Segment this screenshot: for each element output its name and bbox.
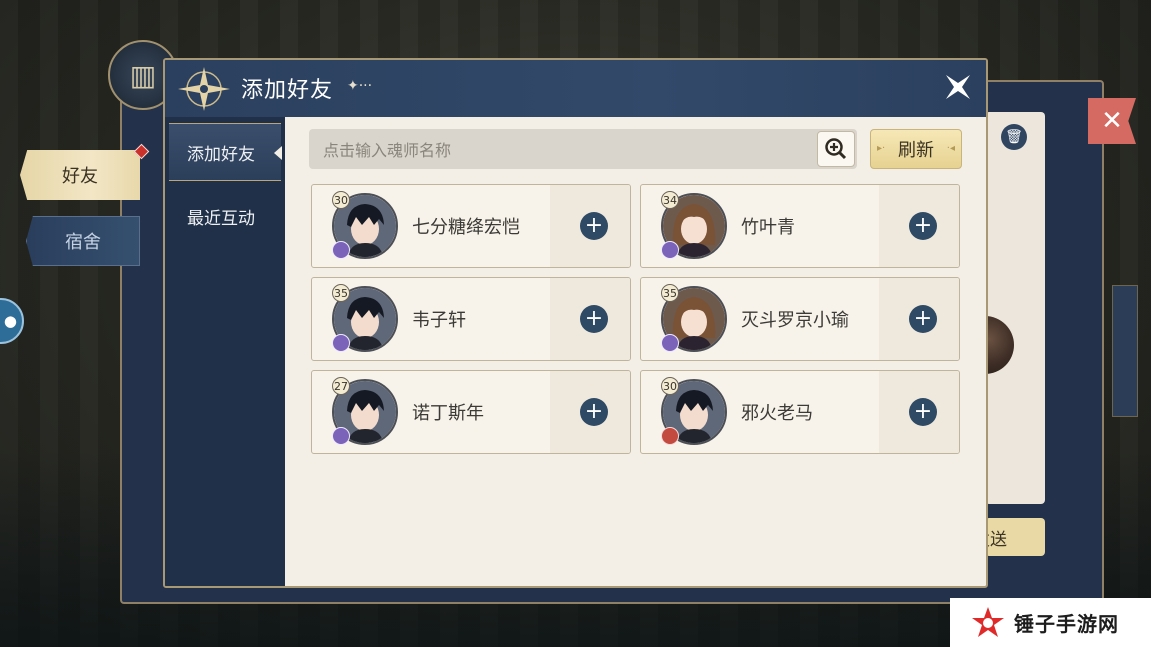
add-friend-button[interactable]: + xyxy=(909,305,937,333)
background-strip xyxy=(1112,285,1138,417)
player-card: 30 七分糖绛宏恺 + xyxy=(311,184,631,268)
player-name: 七分糖绛宏恺 xyxy=(412,217,520,238)
sidebar-item-add-friend[interactable]: 添加好友 xyxy=(169,123,282,181)
player-name: 邪火老马 xyxy=(741,403,813,424)
title-sparkle-icon: ✦··· xyxy=(347,78,373,94)
player-card: 27 诺丁斯年 + xyxy=(311,370,631,454)
send-button[interactable]: 发送 xyxy=(973,518,1045,556)
search-placeholder: 点击输入魂师名称 xyxy=(323,141,452,160)
spirit-element-icon xyxy=(332,334,350,352)
tab-friends[interactable]: 好友 xyxy=(20,150,140,200)
add-friend-button[interactable]: + xyxy=(909,212,937,240)
refresh-label: 刷新 xyxy=(898,140,934,161)
add-friend-button[interactable]: + xyxy=(580,398,608,426)
fire-element-icon xyxy=(661,427,679,445)
add-friend-dialog: 添加好友 ✦··· 添加好友 最近互动 点击输入魂师名称 ▸· 刷新 ·◂ 30… xyxy=(163,58,988,588)
sidebar-item-label: 最近互动 xyxy=(187,208,255,229)
player-card: 34 竹叶青 + xyxy=(640,184,960,268)
level-badge: 30 xyxy=(661,377,679,395)
spirit-element-icon xyxy=(332,427,350,445)
hammer-logo-icon xyxy=(972,606,1004,637)
deco-dots-icon: ▸· xyxy=(877,143,886,154)
spirit-element-icon xyxy=(661,334,679,352)
dialog-sidebar: 添加好友 最近互动 xyxy=(165,117,285,586)
close-icon[interactable] xyxy=(941,70,975,104)
watermark: 锤子手游网 xyxy=(950,598,1151,647)
player-name: 诺丁斯年 xyxy=(412,403,484,424)
tab-dorm[interactable]: 宿舍 xyxy=(26,216,140,266)
player-card: 35 韦子轩 + xyxy=(311,277,631,361)
add-friend-button[interactable]: + xyxy=(580,305,608,333)
player-card: 30 邪火老马 + xyxy=(640,370,960,454)
zoom-in-icon xyxy=(825,138,847,160)
tab-friends-label: 好友 xyxy=(62,166,98,187)
add-friend-button[interactable]: + xyxy=(580,212,608,240)
player-card: 35 灭斗罗京小瑜 + xyxy=(640,277,960,361)
player-name: 灭斗罗京小瑜 xyxy=(741,310,849,331)
sidebar-item-recent[interactable]: 最近互动 xyxy=(169,195,281,237)
dialog-title: 添加好友 xyxy=(241,78,334,103)
background-chat-panel xyxy=(985,112,1045,504)
dialog-content: 点击输入魂师名称 ▸· 刷新 ·◂ 30 七分糖绛宏恺 + 34 竹叶青 + 3… xyxy=(285,117,986,586)
search-input[interactable]: 点击输入魂师名称 xyxy=(309,129,857,169)
compass-star-icon xyxy=(175,65,233,113)
spirit-element-icon xyxy=(332,241,350,259)
dialog-header: 添加好友 ✦··· xyxy=(165,60,986,117)
deco-dots-icon: ·◂ xyxy=(946,143,955,154)
spirit-element-icon xyxy=(661,241,679,259)
level-badge: 34 xyxy=(661,191,679,209)
player-name: 韦子轩 xyxy=(412,310,466,331)
tab-dorm-label: 宿舍 xyxy=(65,232,101,253)
player-name: 竹叶青 xyxy=(741,217,795,238)
add-friend-button[interactable]: + xyxy=(909,398,937,426)
sidebar-item-label: 添加好友 xyxy=(187,144,255,165)
level-badge: 30 xyxy=(332,191,350,209)
search-button[interactable] xyxy=(817,131,855,167)
trash-icon[interactable]: 🗑 xyxy=(1001,124,1027,150)
watermark-text: 锤子手游网 xyxy=(1014,612,1119,636)
level-badge: 27 xyxy=(332,377,350,395)
level-badge: 35 xyxy=(661,284,679,302)
level-badge: 35 xyxy=(332,284,350,302)
refresh-button[interactable]: ▸· 刷新 ·◂ xyxy=(870,129,962,169)
